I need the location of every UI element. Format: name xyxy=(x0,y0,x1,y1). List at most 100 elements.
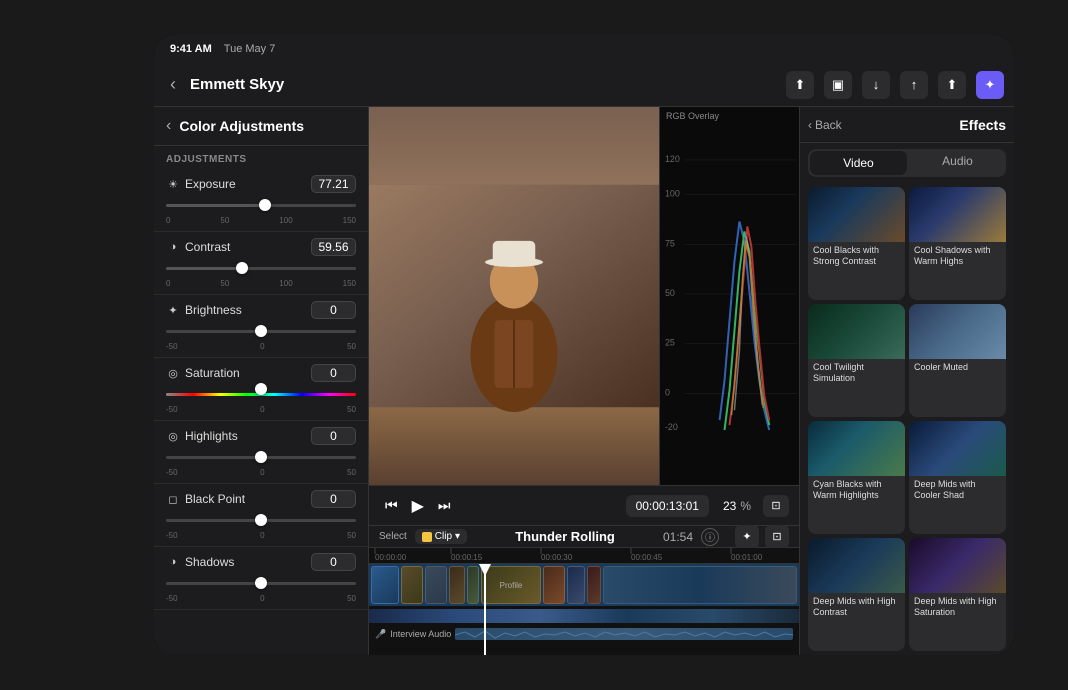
playhead[interactable] xyxy=(484,564,486,655)
view-toggle-button[interactable]: ⊡ xyxy=(763,495,789,517)
fullscreen-button[interactable]: ⊡ xyxy=(765,525,789,549)
tab-audio[interactable]: Audio xyxy=(909,149,1006,177)
clip-button[interactable]: Clip ▾ xyxy=(415,529,467,544)
app-toolbar: ‹ Emmett Skyy ⬆ ▣ ↓ ↑ ⬆ ✦ xyxy=(154,63,1014,107)
effect-deep-mids-hc[interactable]: Deep Mids with High Contrast xyxy=(808,538,905,651)
effects-tabs: Video Audio xyxy=(808,149,1006,177)
chevron-left-icon: ‹ xyxy=(808,118,812,132)
effect-label: Cool Twilight Simulation xyxy=(808,359,905,388)
timeline-controls: ✦ ⊡ xyxy=(735,525,789,549)
skip-back-button[interactable]: ⏮ xyxy=(379,493,404,518)
exposure-adjustment: ☀ Exposure 77.21 0 50 100 150 xyxy=(154,169,368,232)
tab-video[interactable]: Video xyxy=(810,151,907,175)
black-point-slider[interactable] xyxy=(166,511,356,529)
effect-cool-shadows[interactable]: Cool Shadows with Warm Highs xyxy=(909,187,1006,300)
device-frame: 9:41 AM Tue May 7 ‹ Emmett Skyy ⬆ ▣ ↓ ↑ … xyxy=(154,35,1014,655)
brightness-header: ✦ Brightness 0 xyxy=(166,301,356,319)
shadows-label-group: ◑ Shadows xyxy=(166,555,234,569)
clip-thumbnail xyxy=(467,566,479,604)
highlights-value[interactable]: 0 xyxy=(311,427,356,445)
effects-back-button[interactable]: ‹ Back xyxy=(808,118,842,132)
skip-forward-button[interactable]: ⏭ xyxy=(432,493,457,518)
mic-button[interactable]: ↓ xyxy=(862,71,890,99)
magic-button[interactable]: ✦ xyxy=(976,71,1004,99)
toolbar-icons: ⬆ ▣ ↓ ↑ ⬆ ✦ xyxy=(786,71,1004,99)
transition-bar xyxy=(369,609,799,623)
audio-track-label: Interview Audio xyxy=(390,629,451,639)
camera-button[interactable]: ▣ xyxy=(824,71,852,99)
video-area: RGB Overlay 120 100 75 50 25 0 -20 xyxy=(369,107,799,485)
mic-audio-icon: 🎤 xyxy=(375,629,386,640)
svg-text:100: 100 xyxy=(665,189,680,199)
black-point-value[interactable]: 0 xyxy=(311,490,356,508)
brightness-label-group: ✦ Brightness xyxy=(166,303,242,317)
svg-text:75: 75 xyxy=(665,238,675,248)
video-frame-svg xyxy=(369,107,659,485)
effect-cyan-blacks[interactable]: Cyan Blacks with Warm Highlights xyxy=(808,421,905,534)
saturation-label-group: ◎ Saturation xyxy=(166,366,240,380)
exposure-icon: ☀ xyxy=(166,177,180,191)
magic-wand-button[interactable]: ✦ xyxy=(735,525,759,549)
brightness-icon: ✦ xyxy=(166,303,180,317)
brightness-adjustment: ✦ Brightness 0 -50 0 50 xyxy=(154,295,368,358)
effect-cooler[interactable]: Cooler Muted xyxy=(909,304,1006,417)
highlights-slider-labels: -50 0 50 xyxy=(166,468,356,477)
black-point-slider-labels: -50 0 50 xyxy=(166,531,356,540)
exposure-slider-labels: 0 50 100 150 xyxy=(166,216,356,225)
effects-grid: Cool Blacks with Strong Contrast Cool Sh… xyxy=(800,183,1014,655)
clip-thumbnail xyxy=(587,566,601,604)
effect-label: Deep Mids with High Contrast xyxy=(808,593,905,622)
saturation-header: ◎ Saturation 0 xyxy=(166,364,356,382)
shadows-label: Shadows xyxy=(185,555,234,569)
share-icon: ⬆ xyxy=(795,77,806,93)
upload-button[interactable]: ↑ xyxy=(900,71,928,99)
brightness-value[interactable]: 0 xyxy=(311,301,356,319)
effect-deep-mids[interactable]: Deep Mids with Cooler Shad xyxy=(909,421,1006,534)
back-button[interactable]: ‹ xyxy=(164,70,182,99)
effect-cool-blacks[interactable]: Cool Blacks with Strong Contrast xyxy=(808,187,905,300)
saturation-slider[interactable] xyxy=(166,385,356,403)
shadows-slider-labels: -50 0 50 xyxy=(166,594,356,603)
exposure-label-group: ☀ Exposure xyxy=(166,177,236,191)
exposure-header: ☀ Exposure 77.21 xyxy=(166,175,356,193)
track-duration: 01:54 xyxy=(663,530,693,544)
clip-chevron-icon: ▾ xyxy=(455,531,460,542)
exposure-value[interactable]: 77.21 xyxy=(311,175,356,193)
highlights-icon: ◎ xyxy=(166,429,180,443)
timeline-area: Select Clip ▾ Thunder Rolling 01:54 ⓘ ✦ … xyxy=(369,525,799,655)
brightness-slider[interactable] xyxy=(166,322,356,340)
info-button[interactable]: ⓘ xyxy=(701,528,719,546)
saturation-value[interactable]: 0 xyxy=(311,364,356,382)
select-label: Select xyxy=(379,531,407,542)
highlights-slider[interactable] xyxy=(166,448,356,466)
share-button[interactable]: ⬆ xyxy=(786,71,814,99)
contrast-value[interactable]: 59.56 xyxy=(311,238,356,256)
contrast-slider[interactable] xyxy=(166,259,356,277)
current-timecode: 00:00:13:01 xyxy=(636,499,699,513)
effect-deep-mids-hs[interactable]: Deep Mids with High Saturation xyxy=(909,538,1006,651)
waveform-panel: RGB Overlay 120 100 75 50 25 0 -20 xyxy=(659,107,799,485)
exposure-slider[interactable] xyxy=(166,196,356,214)
timeline-tracks: Profile 🎤 Interview Audio xyxy=(369,564,799,655)
main-layout: ‹ Color Adjustments ADJUSTMENTS ☀ Exposu… xyxy=(154,107,1014,655)
effect-twilight[interactable]: Cool Twilight Simulation xyxy=(808,304,905,417)
shadows-slider[interactable] xyxy=(166,574,356,592)
play-button[interactable]: ▶ xyxy=(412,496,424,516)
zoom-value: 23 xyxy=(723,499,736,513)
clip-thumbnail xyxy=(371,566,399,604)
tab-audio-label: Audio xyxy=(942,154,973,168)
contrast-label-group: ◑ Contrast xyxy=(166,240,230,254)
export-button[interactable]: ⬆ xyxy=(938,71,966,99)
effects-header: ‹ Back Effects xyxy=(800,107,1014,143)
panel-back-button[interactable]: ‹ xyxy=(166,117,171,135)
clip-thumbnail xyxy=(567,566,585,604)
timeline-ruler: 00:00:00 00:00:15 00:00:30 00:00:45 00:0… xyxy=(369,548,799,564)
status-bar: 9:41 AM Tue May 7 xyxy=(154,35,1014,63)
saturation-icon: ◎ xyxy=(166,366,180,380)
brightness-slider-labels: -50 0 50 xyxy=(166,342,356,351)
color-adjustments-panel: ‹ Color Adjustments ADJUSTMENTS ☀ Exposu… xyxy=(154,107,369,655)
svg-text:00:00:30: 00:00:30 xyxy=(541,553,573,562)
audio-track-row: 🎤 Interview Audio xyxy=(369,623,799,645)
highlights-header: ◎ Highlights 0 xyxy=(166,427,356,445)
shadows-value[interactable]: 0 xyxy=(311,553,356,571)
